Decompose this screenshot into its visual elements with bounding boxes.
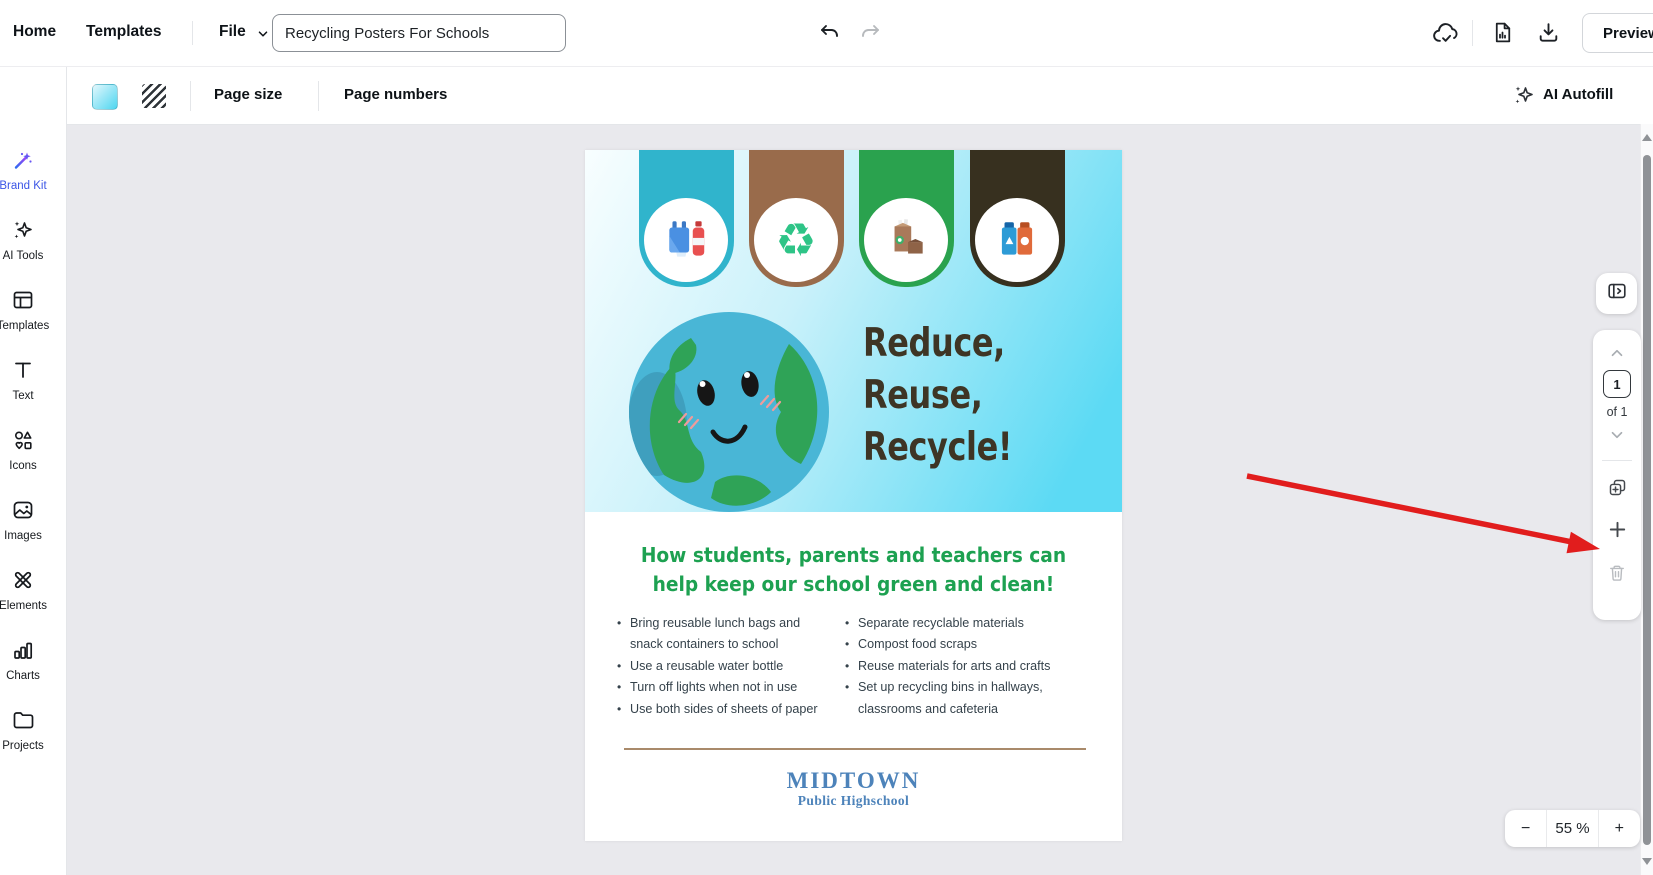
- recycle-arrows-icon: ♻: [754, 198, 838, 282]
- plastic-waste-icon: [644, 198, 728, 282]
- sidebar-item-elements[interactable]: Elements: [0, 568, 56, 612]
- school-logo-subtitle[interactable]: Public Highschool: [585, 793, 1122, 809]
- sidebar-item-brand-kit[interactable]: Brand Kit: [0, 148, 56, 192]
- page-size-button[interactable]: Page size: [214, 86, 282, 103]
- bullet-column-right: •Separate recyclable materials •Compost …: [858, 613, 1083, 720]
- bin-plastic[interactable]: [639, 150, 734, 287]
- open-notes-panel-button[interactable]: [1596, 273, 1637, 314]
- home-button[interactable]: Home: [13, 23, 56, 41]
- sparkles-icon: [11, 229, 35, 246]
- current-page-indicator[interactable]: 1: [1603, 370, 1631, 398]
- scroll-down-arrow[interactable]: [1642, 858, 1652, 865]
- scrollbar-thumb[interactable]: [1643, 155, 1651, 845]
- image-icon: [11, 509, 35, 526]
- wand-icon: [11, 159, 35, 176]
- ai-autofill-button[interactable]: AI Autofill: [1543, 86, 1613, 103]
- bin-cardboard[interactable]: [859, 150, 954, 287]
- duplicate-page-icon[interactable]: [1607, 477, 1628, 498]
- templates-button[interactable]: Templates: [86, 23, 162, 41]
- sidebar-item-charts[interactable]: Charts: [0, 638, 56, 682]
- top-bar: Home Templates File Preview: [0, 0, 1653, 67]
- bin-cartons[interactable]: [970, 150, 1065, 287]
- download-icon[interactable]: [1536, 20, 1562, 46]
- divider: [190, 81, 191, 111]
- sidebar-item-ai-tools[interactable]: AI Tools: [0, 218, 56, 262]
- redo-icon[interactable]: [858, 21, 884, 47]
- sidebar-item-templates[interactable]: Templates: [0, 288, 56, 332]
- page-count-label: of 1: [1607, 405, 1628, 419]
- document-title-input[interactable]: [272, 14, 566, 52]
- bin-recycle[interactable]: ♻: [749, 150, 844, 287]
- pattern-swatch[interactable]: [142, 84, 166, 108]
- layout-icon: [11, 299, 35, 316]
- divider: [1472, 20, 1473, 46]
- trash-icon[interactable]: [1607, 563, 1627, 583]
- undo-icon[interactable]: [818, 21, 844, 47]
- crossed-pencils-icon: [11, 579, 35, 596]
- divider: [192, 21, 193, 45]
- poster-divider-line[interactable]: [624, 748, 1086, 750]
- add-page-icon[interactable]: [1606, 518, 1629, 541]
- sidebar-item-images[interactable]: Images: [0, 498, 56, 542]
- divider: [318, 81, 319, 111]
- background-color-swatch[interactable]: [92, 84, 118, 110]
- zoom-in-button[interactable]: +: [1599, 810, 1640, 847]
- school-logo-name[interactable]: MIDTOWN: [585, 768, 1122, 794]
- page-numbers-button[interactable]: Page numbers: [344, 86, 447, 103]
- bullet-column-left: •Bring reusable lunch bags and snack con…: [630, 613, 840, 720]
- cardboard-boxes-icon: [864, 198, 948, 282]
- page-toolbar: Page size Page numbers AI Autofill: [66, 66, 1653, 125]
- chevron-down-icon[interactable]: [1608, 426, 1626, 444]
- bar-chart-icon: [11, 649, 35, 666]
- poster-page[interactable]: ♻: [585, 150, 1122, 841]
- page-navigation-panel: 1 of 1: [1593, 330, 1641, 620]
- cloud-save-icon[interactable]: [1432, 20, 1458, 46]
- zoom-controls: − 55 % +: [1505, 810, 1640, 847]
- divider: [1602, 460, 1632, 461]
- chevron-down-icon[interactable]: [256, 27, 270, 46]
- sparkles-icon[interactable]: [1512, 83, 1536, 112]
- panel-open-icon: [1606, 280, 1628, 307]
- poster-heading[interactable]: Reduce, Reuse, Recycle!: [863, 318, 1012, 474]
- folder-icon: [11, 719, 35, 736]
- sidebar-item-projects[interactable]: Projects: [0, 708, 56, 752]
- sidebar-item-icons[interactable]: Icons: [0, 428, 56, 472]
- shapes-icon: [11, 439, 35, 456]
- poster-subheading[interactable]: How students, parents and teachers can h…: [604, 541, 1103, 599]
- scroll-up-arrow[interactable]: [1642, 134, 1652, 141]
- chevron-up-icon[interactable]: [1608, 344, 1626, 362]
- earth-illustration[interactable]: [629, 312, 829, 512]
- text-icon: [11, 369, 35, 386]
- milk-cartons-icon: [975, 198, 1059, 282]
- file-menu-button[interactable]: File: [219, 23, 246, 41]
- left-sidebar: Brand Kit AI Tools Templates Text Icons …: [0, 66, 67, 875]
- vertical-scrollbar[interactable]: [1640, 124, 1653, 875]
- zoom-out-button[interactable]: −: [1505, 810, 1546, 847]
- sidebar-item-text[interactable]: Text: [0, 358, 56, 402]
- zoom-level[interactable]: 55 %: [1546, 810, 1598, 847]
- document-report-icon[interactable]: [1490, 20, 1516, 46]
- preview-button[interactable]: Preview: [1582, 13, 1653, 53]
